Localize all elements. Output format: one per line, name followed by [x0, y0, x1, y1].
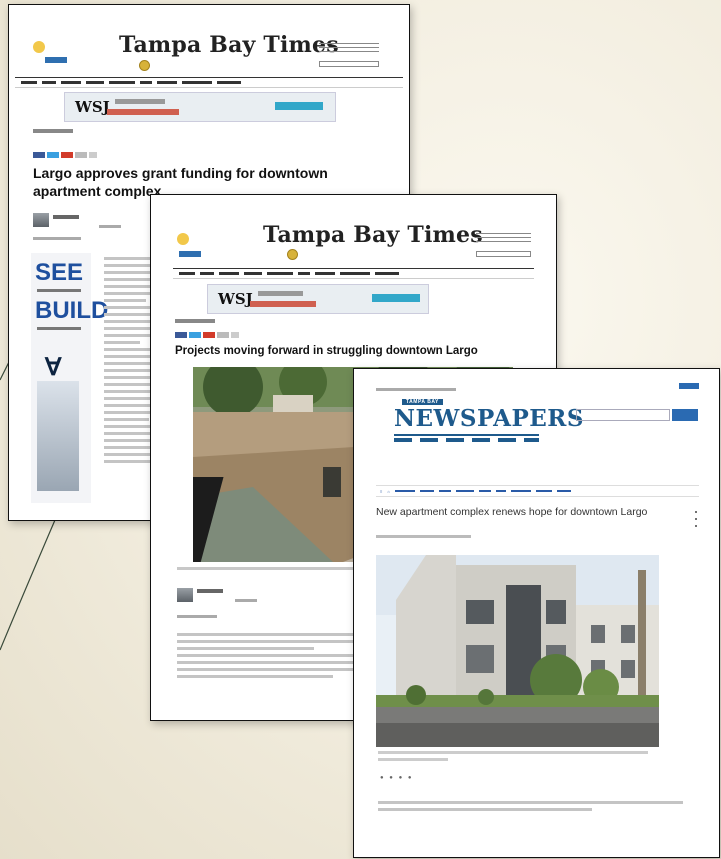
apartment-photo[interactable] — [376, 555, 659, 747]
weather-widget — [189, 233, 190, 238]
menu-icon: ≡ — [380, 488, 383, 494]
section-kicker[interactable] — [175, 319, 215, 323]
email-icon — [75, 152, 87, 158]
headline[interactable]: New apartment complex renews hope for do… — [376, 506, 681, 519]
article-body — [177, 633, 372, 682]
weather-sun-icon — [177, 233, 189, 245]
search-input[interactable] — [476, 251, 531, 257]
section-badge — [45, 57, 67, 63]
login-button[interactable] — [679, 383, 699, 389]
publish-date — [235, 599, 257, 602]
author-name[interactable] — [197, 589, 223, 593]
ad-price — [107, 109, 179, 115]
rating-stars[interactable]: ● ● ● ● — [380, 775, 414, 781]
pinterest-icon — [203, 332, 215, 338]
ad-button[interactable] — [372, 294, 420, 302]
pulitzer-seal-icon — [287, 249, 298, 260]
author-avatar — [33, 213, 49, 227]
main-nav[interactable] — [15, 77, 403, 88]
top-links[interactable] — [376, 388, 456, 391]
apartment-building-image — [376, 555, 659, 747]
weather-widget — [47, 42, 48, 47]
ad-headline-2: BUILD — [35, 297, 109, 324]
more-options-icon[interactable] — [695, 511, 697, 532]
masthead[interactable]: Tampa Bay Times — [119, 32, 339, 58]
masthead[interactable]: NEWSPAPERS — [394, 405, 584, 432]
search-input[interactable] — [576, 409, 670, 421]
search-button[interactable] — [672, 409, 698, 421]
masthead-rule — [394, 434, 539, 436]
main-nav[interactable] — [173, 268, 534, 279]
photo-credit — [378, 758, 448, 761]
pulitzer-seal-icon — [139, 60, 150, 71]
masthead[interactable]: Tampa Bay Times — [263, 222, 483, 248]
search-input[interactable] — [319, 61, 379, 67]
updated-date — [177, 615, 217, 618]
main-nav[interactable]: ≡ ⌂ — [376, 485, 699, 497]
subscribe-link[interactable] — [476, 233, 531, 243]
author-avatar — [177, 588, 193, 602]
section-badge — [179, 251, 201, 257]
updated-date — [33, 237, 81, 240]
side-advertisement[interactable]: SEE BUILD Ɐ — [31, 253, 108, 503]
home-icon: ⌂ — [387, 488, 390, 494]
weather-widget — [584, 385, 586, 391]
twitter-icon — [189, 332, 201, 338]
auburn-logo-icon: Ɐ — [45, 354, 62, 381]
weather-sun-icon — [33, 41, 45, 53]
ad-price — [250, 301, 316, 307]
wsj-ad-banner[interactable]: WSJ — [64, 92, 336, 122]
ad-button[interactable] — [275, 102, 323, 110]
share-buttons[interactable] — [175, 332, 239, 338]
masthead-tagline — [394, 438, 539, 442]
pinterest-icon — [61, 152, 73, 158]
byline — [376, 535, 471, 538]
publish-date — [99, 225, 121, 228]
article-body — [378, 801, 683, 815]
print-icon — [89, 152, 97, 158]
wsj-ad-banner[interactable]: WSJ — [207, 284, 429, 314]
section-kicker[interactable] — [33, 129, 73, 133]
ad-brand: WSJ — [218, 290, 253, 308]
twitter-icon — [47, 152, 59, 158]
headline[interactable]: Projects moving forward in struggling do… — [175, 344, 535, 358]
subscribe-link[interactable] — [319, 43, 379, 53]
building-image — [37, 381, 79, 491]
ad-headline: SEE — [35, 259, 84, 286]
article-screenshot-3: TAMPA BAY NEWSPAPERS ≡ ⌂ New apartment c… — [353, 368, 720, 858]
author-name[interactable] — [53, 215, 79, 219]
photo-caption — [378, 751, 648, 754]
ad-brand: WSJ — [75, 98, 110, 116]
print-icon — [231, 332, 239, 338]
share-buttons[interactable] — [33, 152, 97, 158]
email-icon — [217, 332, 229, 338]
facebook-icon — [33, 152, 45, 158]
facebook-icon — [175, 332, 187, 338]
